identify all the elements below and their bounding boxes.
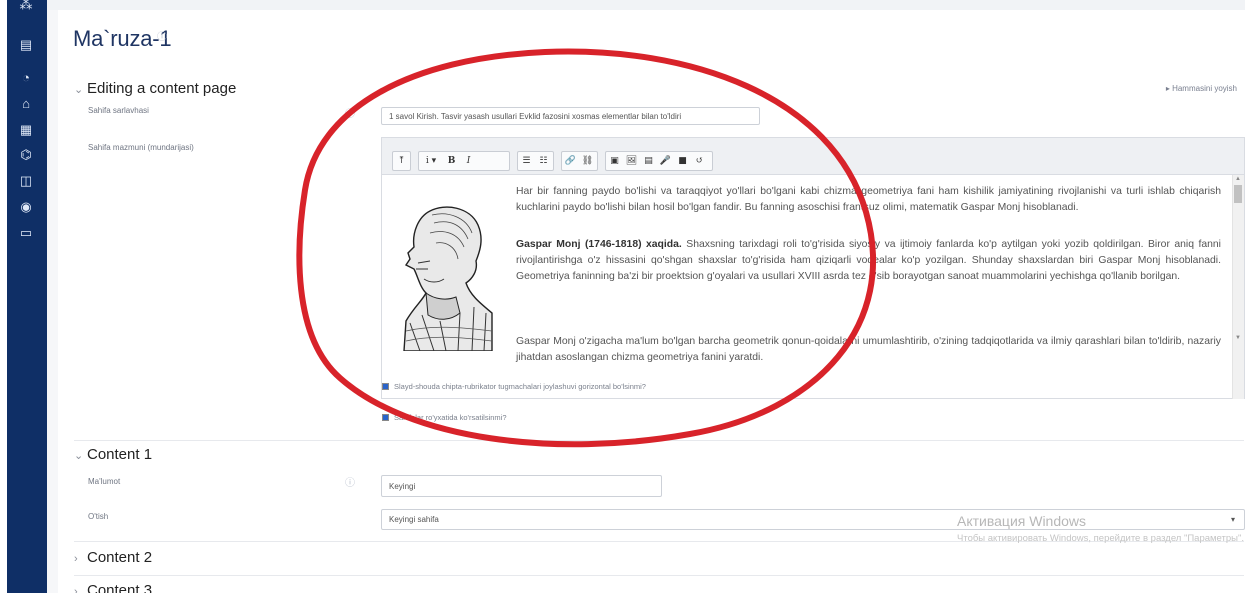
section-content2-title: Content 2 [87, 549, 153, 566]
scroll-up-arrow[interactable]: ▲ [1235, 176, 1241, 182]
record-audio-button[interactable]: 🎤 [657, 152, 674, 170]
scroll-down-arrow[interactable]: ▼ [1235, 335, 1241, 341]
editor-toolbar: ⤒ i ▾ B I ☰ ☷ 🔗 ⛓ ▣ 🖼 ▤ 🎤 ■ ↺ [382, 138, 1244, 175]
content-editor[interactable]: ⤒ i ▾ B I ☰ ☷ 🔗 ⛓ ▣ 🖼 ▤ 🎤 ■ ↺ Har bir fa… [381, 137, 1245, 399]
section-general-header[interactable]: ⌄ Editing a content page [74, 80, 236, 97]
link-button[interactable]: 🔗 [562, 152, 579, 170]
toolbar-group: ⤒ [392, 151, 411, 171]
page-content-label: Sahifa mazmuni (mundarijasi) [88, 143, 194, 152]
page-title-input[interactable]: 1 savol Kirish. Tasvir yasash usullari E… [381, 107, 760, 125]
media-button[interactable]: ▤ [640, 152, 657, 170]
chevron-down-icon[interactable]: ▾ [1231, 515, 1235, 524]
section-content3-header[interactable]: › Content 3 [74, 582, 152, 593]
section-content3-title: Content 3 [87, 582, 153, 593]
chevron-right-icon: › [74, 586, 78, 593]
info-label: Ma'lumot [88, 477, 121, 486]
windows-activation-subtitle: Чтобы активировать Windows, перейдите в … [957, 533, 1244, 544]
help-icon[interactable]: ⓘ [345, 105, 355, 120]
book-icon[interactable]: ▤ [17, 36, 35, 54]
italic-button[interactable]: I [460, 152, 477, 170]
folder-icon[interactable]: ▭ [17, 224, 35, 242]
paragraph-bold-lead: Gaspar Monj (1746-1818) xaqida. [516, 239, 682, 250]
editor-scrollbar-thumb[interactable] [1234, 185, 1242, 203]
toolbar-group: i ▾ B I [418, 151, 510, 171]
windows-activation-title: Активация Windows [957, 513, 1087, 529]
manage-files-button[interactable]: ↺ [691, 152, 708, 170]
editor-paragraph-2: Gaspar Monj (1746-1818) xaqida. Shaxsnin… [516, 237, 1221, 285]
editor-scrollbar[interactable] [1232, 175, 1244, 399]
files-icon[interactable]: ◫ [17, 172, 35, 190]
editor-paragraph-1: Har bir fanning paydo bo'lishi va taraqq… [516, 186, 1221, 213]
jump-select-value: Keyingi sahifa [389, 515, 439, 524]
record-video-button[interactable]: ■ [674, 152, 691, 170]
checkbox-row[interactable]: Slayd-shouda chipta-rubrikator tugmachal… [382, 382, 646, 391]
section-content2-header[interactable]: › Content 2 [74, 549, 152, 566]
paragraph-style-button[interactable]: i ▾ [419, 152, 443, 170]
section-divider [74, 575, 1244, 576]
info-input[interactable]: Keyingi [381, 475, 662, 497]
portrait-image [403, 206, 493, 351]
numbered-list-button[interactable]: ☷ [535, 152, 552, 170]
graduation-icon[interactable]: ⌬ [17, 146, 35, 164]
section-divider [74, 440, 1244, 441]
jump-select[interactable]: Keyingi sahifa [381, 509, 1245, 530]
calendar-icon[interactable]: ▦ [17, 121, 35, 139]
toolbar-group: ☰ ☷ [517, 151, 554, 171]
window-edge [0, 0, 7, 593]
image-button[interactable]: 🖼 [623, 152, 640, 170]
unlink-button[interactable]: ⛓ [579, 152, 596, 170]
section-content1-title: Content 1 [87, 446, 153, 463]
checkbox-horizontal-buttons[interactable] [382, 383, 389, 390]
editor-content[interactable]: Har bir fanning paydo bo'lishi va taraqq… [382, 175, 1244, 399]
emoji-button[interactable]: ▣ [606, 152, 623, 170]
globe-icon[interactable]: ◉ [17, 198, 35, 216]
page-title-label: Sahifa sarlavhasi [88, 106, 149, 115]
chevron-right-icon: › [74, 553, 78, 565]
help-icon[interactable]: ⓘ [157, 28, 167, 43]
checkbox-show-in-list[interactable] [382, 414, 389, 421]
checkbox-label: Sahifalar ro'yxatida ko'rsatilsinmi? [394, 413, 507, 422]
left-nav-rail: ⁂ ▤ ◔ ⌂ ▦ ⌬ ◫ ◉ ▭ [7, 0, 47, 593]
section-content1-header[interactable]: ⌄ Content 1 [74, 446, 152, 463]
toolbar-group: 🔗 ⛓ [561, 151, 598, 171]
home-icon[interactable]: ⌂ [17, 95, 35, 113]
bold-button[interactable]: B [443, 152, 460, 170]
section-general-title: Editing a content page [87, 80, 237, 97]
help-icon[interactable]: ⓘ [345, 474, 355, 489]
top-bar [47, 0, 1245, 10]
collapse-button[interactable]: ⤒ [393, 152, 410, 170]
checkbox-label: Slayd-shouda chipta-rubrikator tugmachal… [394, 382, 646, 391]
checkbox-row[interactable]: Sahifalar ro'yxatida ko'rsatilsinmi? [382, 413, 507, 422]
toolbar-group: ▣ 🖼 ▤ 🎤 ■ ↺ [605, 151, 713, 171]
dashboard-icon[interactable]: ◔ [17, 69, 35, 87]
chevron-down-icon: ⌄ [74, 450, 84, 462]
chevron-down-icon: ⌄ [74, 84, 84, 96]
course-icon[interactable]: ⁂ [17, 0, 35, 14]
expand-all-link[interactable]: ▸ Hammasini yoyish [1166, 84, 1237, 93]
editor-paragraph-3: Gaspar Monj o'zigacha ma'lum bo'lgan bar… [516, 336, 1221, 363]
jump-label: O'tish [88, 512, 109, 521]
bullet-list-button[interactable]: ☰ [518, 152, 535, 170]
